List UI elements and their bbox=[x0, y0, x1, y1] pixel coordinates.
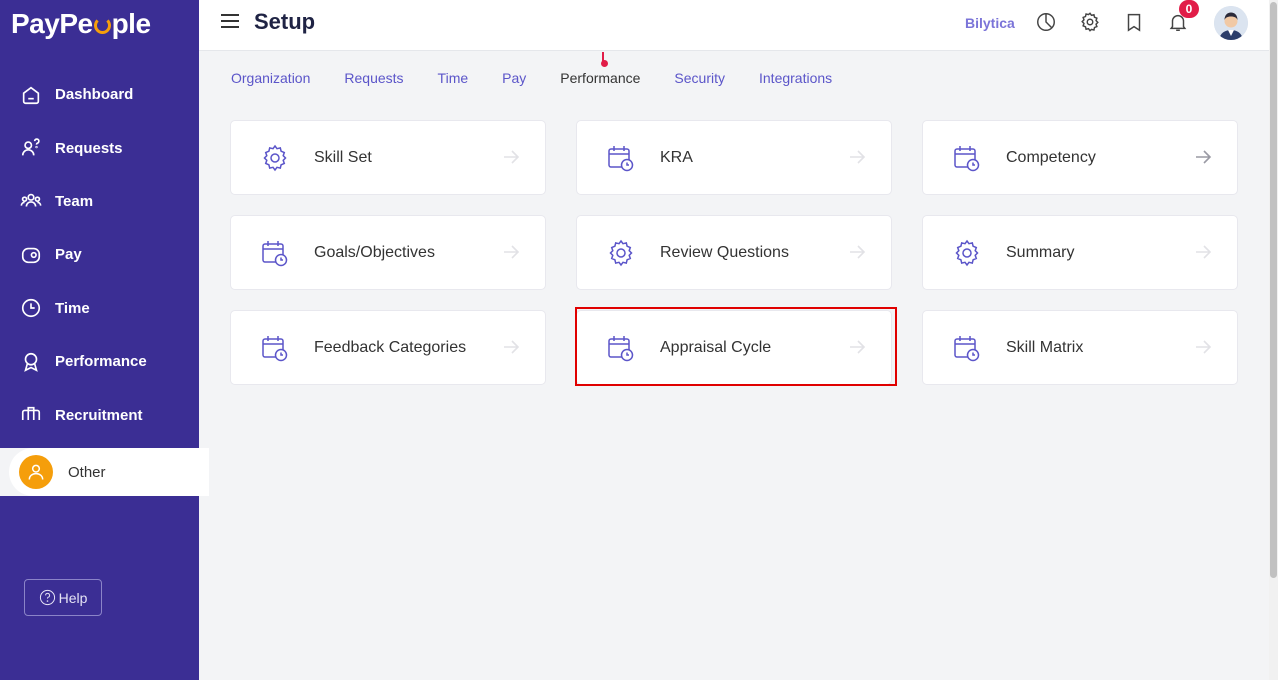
calendar-clock-icon bbox=[954, 146, 980, 172]
card-label: Competency bbox=[1006, 149, 1096, 166]
sidebar-item-team[interactable]: Team bbox=[0, 175, 199, 228]
arrow-right-icon bbox=[1196, 340, 1212, 354]
arrow-right-icon bbox=[504, 340, 520, 354]
sidebar-nav: Dashboard Requests Team Pay Time Perform… bbox=[0, 68, 199, 442]
company-name[interactable]: Bilytica bbox=[965, 15, 1015, 31]
sidebar-curve-top bbox=[0, 420, 199, 448]
gear-icon bbox=[955, 239, 979, 267]
calendar-clock-icon bbox=[262, 336, 288, 362]
arrow-right-icon bbox=[504, 150, 520, 164]
tab-requests[interactable]: Requests bbox=[344, 70, 403, 92]
notification-badge: 0 bbox=[1179, 0, 1199, 18]
bookmark-icon[interactable] bbox=[1123, 11, 1147, 35]
card-skill-matrix[interactable]: Skill Matrix bbox=[922, 310, 1238, 385]
card-kra[interactable]: KRA bbox=[576, 120, 892, 195]
calendar-clock-icon bbox=[954, 336, 980, 362]
logo[interactable]: PayPe ple bbox=[11, 8, 151, 40]
arrow-right-icon bbox=[1196, 150, 1212, 164]
user-icon bbox=[19, 455, 53, 489]
card-summary[interactable]: Summary bbox=[922, 215, 1238, 290]
card-label: Goals/Objectives bbox=[314, 244, 435, 261]
tab-performance[interactable]: Performance bbox=[560, 70, 640, 92]
setup-tabs: Organization Requests Time Pay Performan… bbox=[231, 70, 866, 92]
home-icon bbox=[22, 86, 40, 104]
sidebar-item-time[interactable]: Time bbox=[0, 282, 199, 335]
arrow-right-icon bbox=[850, 150, 866, 164]
card-label: Review Questions bbox=[660, 244, 789, 261]
wallet-icon bbox=[21, 247, 41, 264]
clock-icon bbox=[21, 299, 41, 318]
active-tab-dot bbox=[601, 60, 608, 67]
gear-icon bbox=[263, 144, 287, 172]
card-label: Skill Set bbox=[314, 149, 372, 166]
card-label: KRA bbox=[660, 149, 693, 166]
tab-security[interactable]: Security bbox=[674, 70, 725, 92]
avatar[interactable] bbox=[1214, 6, 1248, 40]
tab-integrations[interactable]: Integrations bbox=[759, 70, 832, 92]
arrow-right-icon bbox=[504, 245, 520, 259]
sidebar-item-requests[interactable]: Requests bbox=[0, 121, 199, 174]
help-button[interactable]: Help bbox=[24, 579, 102, 616]
sidebar-item-performance[interactable]: Performance bbox=[0, 335, 199, 388]
card-goals-objectives[interactable]: Goals/Objectives bbox=[230, 215, 546, 290]
pie-chart-icon[interactable] bbox=[1035, 11, 1059, 35]
menu-icon[interactable] bbox=[221, 14, 239, 30]
card-label: Skill Matrix bbox=[1006, 339, 1084, 356]
page-scrollbar[interactable] bbox=[1269, 0, 1278, 680]
arrow-right-icon bbox=[850, 245, 866, 259]
gear-icon bbox=[609, 239, 633, 267]
requests-icon bbox=[21, 138, 40, 156]
arrow-right-icon bbox=[1196, 245, 1212, 259]
logo-mark-icon bbox=[93, 17, 111, 34]
gear-icon[interactable] bbox=[1079, 11, 1103, 35]
card-review-questions[interactable]: Review Questions bbox=[576, 215, 892, 290]
tab-organization[interactable]: Organization bbox=[231, 70, 310, 92]
top-header: Setup Bilytica 0 bbox=[199, 0, 1269, 51]
sidebar-item-pay[interactable]: Pay bbox=[0, 228, 199, 281]
tab-pay[interactable]: Pay bbox=[502, 70, 526, 92]
tab-time[interactable]: Time bbox=[438, 70, 469, 92]
question-icon bbox=[39, 589, 55, 606]
calendar-clock-icon bbox=[262, 241, 288, 267]
card-label: Feedback Categories bbox=[314, 339, 467, 356]
sidebar-item-other[interactable]: Other bbox=[9, 448, 209, 496]
card-skill-set[interactable]: Skill Set bbox=[230, 120, 546, 195]
sidebar-item-dashboard[interactable]: Dashboard bbox=[0, 68, 199, 121]
highlight-box bbox=[575, 307, 897, 386]
page-title: Setup bbox=[254, 9, 316, 34]
team-icon bbox=[20, 194, 42, 208]
sidebar: PayPe ple Dashboard Requests Team Pay Tim… bbox=[0, 0, 209, 680]
card-feedback-categories[interactable]: Feedback Categories bbox=[230, 310, 546, 385]
award-icon bbox=[24, 352, 38, 372]
card-label: Summary bbox=[1006, 244, 1075, 261]
card-competency[interactable]: Competency bbox=[922, 120, 1238, 195]
calendar-clock-icon bbox=[608, 146, 634, 172]
